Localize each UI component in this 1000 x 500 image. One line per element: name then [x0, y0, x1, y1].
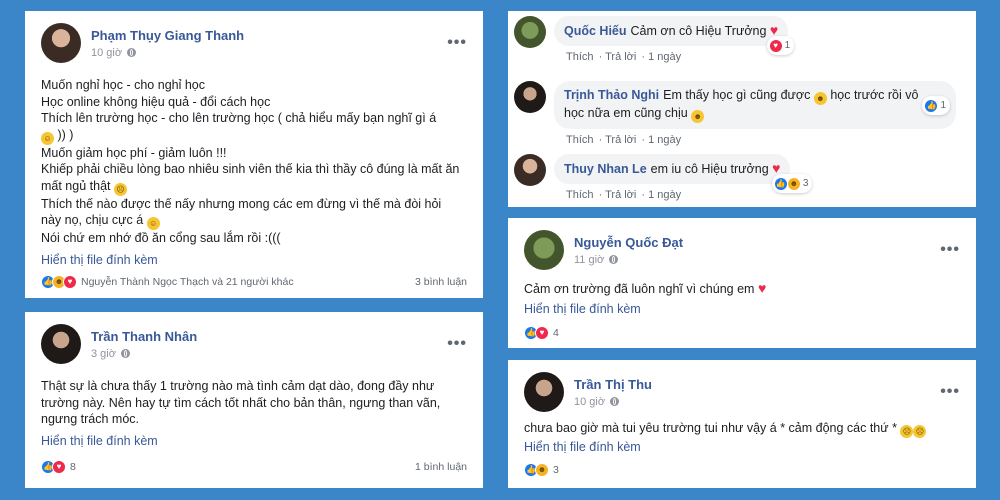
- show-attachment-link[interactable]: Hiển thị file đính kèm: [524, 302, 960, 316]
- post-time[interactable]: 3 giờ: [91, 348, 116, 360]
- comment-time[interactable]: 1 ngày: [648, 189, 681, 201]
- avatar[interactable]: [524, 230, 564, 270]
- globe-icon: [609, 255, 619, 264]
- like-link[interactable]: Thích: [566, 189, 594, 201]
- like-link[interactable]: Thích: [566, 51, 594, 63]
- comment-time[interactable]: 1 ngày: [648, 134, 681, 146]
- smile-emoji-icon: ☺: [146, 217, 160, 230]
- haha-icon: ☻: [786, 176, 801, 191]
- globe-icon: [127, 48, 137, 57]
- show-attachment-link[interactable]: Hiển thị file đính kèm: [41, 434, 467, 448]
- more-icon[interactable]: •••: [447, 336, 467, 352]
- more-icon[interactable]: •••: [940, 242, 960, 258]
- reaction-count[interactable]: 8: [70, 461, 415, 473]
- reactors-text[interactable]: Nguyễn Thành Ngọc Thạch và 21 người khác: [81, 276, 415, 288]
- tired-emoji-icon: ☹: [113, 182, 127, 196]
- avatar[interactable]: [41, 324, 81, 364]
- love-icon: ♥: [52, 459, 66, 474]
- comment-count[interactable]: 1 bình luận: [415, 461, 467, 473]
- reaction-count[interactable]: 4: [553, 327, 559, 339]
- post-card-4: Trần Thị Thu 10 giờ ••• chưa bao giờ mà …: [508, 360, 976, 488]
- like-icon: 👍: [924, 98, 939, 113]
- post-time[interactable]: 11 giờ: [574, 254, 604, 266]
- show-attachment-link[interactable]: Hiển thị file đính kèm: [524, 440, 960, 454]
- author-name[interactable]: Trần Thanh Nhân: [91, 329, 447, 344]
- love-icon: ♥: [768, 38, 783, 53]
- post-time[interactable]: 10 giờ: [574, 396, 605, 408]
- comment-time[interactable]: 1 ngày: [648, 51, 681, 63]
- comment-author[interactable]: Thuy Nhan Le: [564, 162, 647, 176]
- reply-link[interactable]: Trả lời: [605, 189, 636, 201]
- comment-bubble: Trịnh Thảo Nghi Em thấy học gì cũng được …: [554, 81, 956, 129]
- reply-link[interactable]: Trả lời: [605, 134, 636, 146]
- post-body: Thật sự là chưa thấy 1 trường nào mà tìn…: [41, 379, 441, 426]
- crying-emoji-icon: ☹: [913, 425, 927, 438]
- post-body: chưa bao giờ mà tui yêu trường tui như v…: [524, 420, 960, 438]
- smile-emoji-icon: ☺: [41, 131, 54, 145]
- comment-author[interactable]: Quốc Hiếu: [564, 24, 627, 38]
- author-name[interactable]: Phạm Thụy Giang Thanh: [91, 28, 447, 43]
- post-card-3: Nguyễn Quốc Đạt 11 giờ ••• Cảm ơn trường…: [508, 218, 976, 348]
- avatar[interactable]: [524, 372, 564, 412]
- comment-author[interactable]: Trịnh Thảo Nghi: [564, 88, 659, 102]
- comment-bubble: Quốc Hiếu Cảm ơn cô Hiệu Trưởng ♥ ♥ 1: [554, 16, 795, 55]
- comment-count[interactable]: 3 bình luận: [415, 276, 467, 288]
- post-card-2: Trần Thanh Nhân 3 giờ ••• Thật sự là chư…: [25, 312, 483, 488]
- laugh-emoji-icon: ☻: [691, 110, 705, 123]
- more-icon[interactable]: •••: [940, 384, 960, 400]
- like-icon: 👍: [773, 176, 788, 191]
- crying-emoji-icon: ☹: [900, 425, 914, 438]
- avatar[interactable]: [41, 23, 81, 63]
- heart-icon: ♥: [757, 280, 767, 296]
- show-attachment-link[interactable]: Hiển thị file đính kèm: [41, 253, 467, 267]
- post-time[interactable]: 10 giờ: [91, 47, 122, 59]
- post-body: Cảm ơn trường đã luôn nghĩ vì chúng em ♥: [524, 280, 767, 296]
- author-name[interactable]: Trần Thị Thu: [574, 377, 940, 392]
- love-icon: ♥: [535, 325, 549, 340]
- globe-icon: [610, 397, 620, 406]
- like-link[interactable]: Thích: [566, 134, 594, 146]
- haha-icon: ☻: [535, 463, 549, 477]
- more-icon[interactable]: •••: [447, 35, 467, 51]
- post-body: Muốn nghỉ học - cho nghỉ học Học online …: [41, 78, 460, 245]
- love-icon: ♥: [63, 274, 77, 289]
- avatar[interactable]: [514, 154, 546, 186]
- reply-link[interactable]: Trả lời: [605, 51, 636, 63]
- laugh-emoji-icon: ☻: [813, 92, 827, 105]
- post-card-1: Phạm Thụy Giang Thanh 10 giờ ••• Muốn ng…: [25, 11, 483, 298]
- avatar[interactable]: [514, 81, 546, 113]
- avatar[interactable]: [514, 16, 546, 48]
- reaction-count[interactable]: 3: [553, 464, 559, 476]
- comment-bubble: Thuy Nhan Le em iu cô Hiệu trưởng ♥ 👍 ☻ 3: [554, 154, 813, 193]
- comments-card: Quốc Hiếu Cảm ơn cô Hiệu Trưởng ♥ ♥ 1 Thíc…: [508, 11, 976, 207]
- author-name[interactable]: Nguyễn Quốc Đạt: [574, 235, 940, 250]
- globe-icon: [120, 349, 130, 358]
